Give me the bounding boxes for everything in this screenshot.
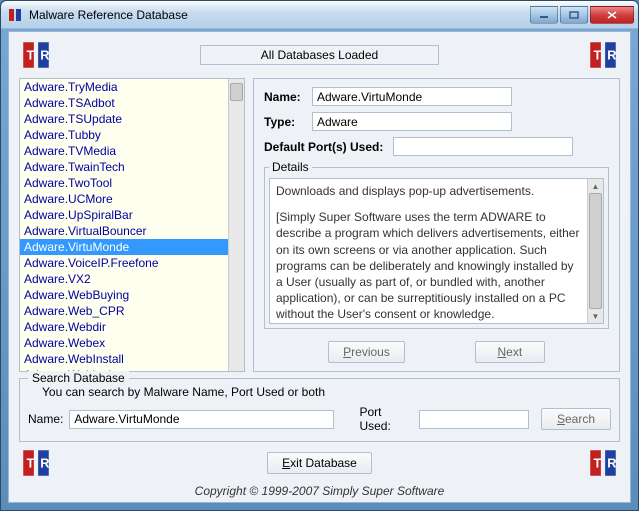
list-item[interactable]: Adware.TSUpdate [20,111,228,127]
search-button[interactable]: Search [541,408,611,430]
search-name-label: Name: [28,412,63,426]
list-item[interactable]: Adware.UpSpiralBar [20,207,228,223]
main-content: Adware.TryMediaAdware.TSAdbotAdware.TSUp… [9,74,630,378]
minimize-button[interactable] [530,6,558,24]
list-item[interactable]: Adware.VirtuMonde [20,239,228,255]
window-buttons [530,6,634,24]
search-group: Search Database You can search by Malwar… [19,378,620,442]
details-scrollbar-thumb[interactable] [589,193,602,309]
list-item[interactable]: Adware.TSAdbot [20,95,228,111]
copyright-text: Copyright © 1999-2007 Simply Super Softw… [9,482,630,502]
close-button[interactable] [590,6,634,24]
list-item[interactable]: Adware.Tubby [20,127,228,143]
next-button[interactable]: Next [475,341,545,363]
name-field[interactable] [312,87,512,106]
list-item[interactable]: Adware.TwainTech [20,159,228,175]
svg-text:T: T [593,47,601,62]
detail-pane: Name: Type: Default Port(s) Used: Detail… [253,78,620,372]
maximize-button[interactable] [560,6,588,24]
banner-row: TR All Databases Loaded TR [9,32,630,74]
exit-button[interactable]: Exit Database [267,452,372,474]
svg-text:T: T [593,455,601,470]
list-item[interactable]: Adware.WebInstall [20,351,228,367]
details-fieldset: Details Downloads and displays pop-up ad… [264,160,609,329]
svg-text:T: T [26,47,34,62]
logo-bottom-left: TR [19,446,53,480]
ports-field[interactable] [393,137,573,156]
scroll-up-icon[interactable]: ▲ [588,179,603,193]
list-item[interactable]: Adware.WebBuying [20,287,228,303]
list-item[interactable]: Adware.Web_CPR [20,303,228,319]
svg-text:T: T [26,455,34,470]
details-scrollbar[interactable]: ▲ ▼ [587,179,603,323]
app-icon [7,7,23,23]
list-scrollbar[interactable] [228,79,244,371]
logo-top-left: TR [19,38,53,72]
window-title: Malware Reference Database [29,8,530,22]
app-window: Malware Reference Database TR All Databa… [0,0,639,511]
list-item[interactable]: Adware.TryMedia [20,79,228,95]
list-scrollbar-thumb[interactable] [230,83,243,101]
previous-button[interactable]: Previous [328,341,405,363]
list-item[interactable]: Adware.VirtualBouncer [20,223,228,239]
list-item[interactable]: Adware.VX2 [20,271,228,287]
name-label: Name: [264,90,306,104]
list-item[interactable]: Adware.UCMore [20,191,228,207]
bottom-row: TR Exit Database TR [9,446,630,482]
search-port-input[interactable] [419,410,529,429]
status-banner: All Databases Loaded [200,45,439,65]
client-area: TR All Databases Loaded TR Adware.TryMed… [8,31,631,503]
list-item[interactable]: Adware.TwoTool [20,175,228,191]
malware-listbox[interactable]: Adware.TryMediaAdware.TSAdbotAdware.TSUp… [20,79,228,371]
type-label: Type: [264,115,306,129]
svg-text:R: R [607,455,616,470]
search-port-label: Port Used: [359,405,413,433]
svg-text:R: R [40,47,49,62]
scroll-down-icon[interactable]: ▼ [588,309,603,323]
search-hint: You can search by Malware Name, Port Use… [42,385,611,399]
search-name-input[interactable] [69,410,334,429]
details-textarea[interactable]: Downloads and displays pop-up advertisem… [270,179,587,323]
search-legend: Search Database [28,371,129,385]
list-item[interactable]: Adware.Webdir [20,319,228,335]
logo-bottom-right: TR [586,446,620,480]
svg-text:R: R [607,47,616,62]
ports-label: Default Port(s) Used: [264,140,383,154]
svg-text:R: R [40,455,49,470]
malware-list-container: Adware.TryMediaAdware.TSAdbotAdware.TSUp… [19,78,245,372]
list-item[interactable]: Adware.TVMedia [20,143,228,159]
logo-top-right: TR [586,38,620,72]
type-field[interactable] [312,112,512,131]
list-item[interactable]: Adware.VoiceIP.Freefone [20,255,228,271]
titlebar: Malware Reference Database [1,1,638,29]
details-legend: Details [269,160,312,174]
list-item[interactable]: Adware.Webex [20,335,228,351]
